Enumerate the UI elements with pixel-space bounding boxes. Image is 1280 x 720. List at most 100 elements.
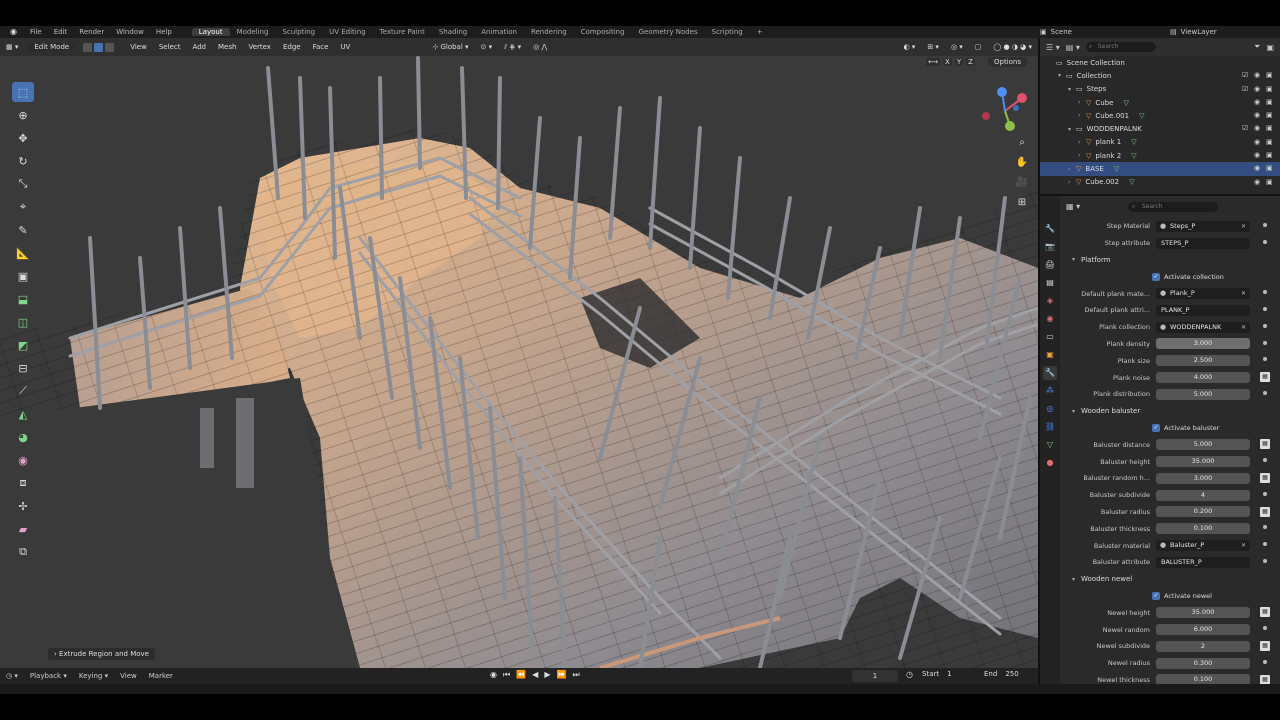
material-tab-icon[interactable]: ● (1043, 456, 1057, 470)
outliner-row[interactable]: ▾ ▭ Steps ☑ ◉ ▣ (1040, 83, 1280, 96)
gizmo-toggle-icon[interactable]: ⊞ ▾ (921, 43, 945, 51)
keyframe-dot-icon[interactable] (1263, 340, 1267, 345)
tab-compositing[interactable]: Compositing (574, 28, 632, 36)
activate-checkbox[interactable]: ✓ Activate collection (1062, 268, 1280, 285)
tab-uv-editing[interactable]: UV Editing (322, 28, 373, 36)
attribute-toggle-icon[interactable]: ▦ (1260, 439, 1270, 450)
eye-icon[interactable]: ◉ (1254, 71, 1262, 79)
output-tab-icon[interactable]: 🖨 (1043, 258, 1057, 272)
poly-build-icon[interactable]: ◭ (12, 404, 34, 424)
3d-viewport[interactable]: ▦ ▾ Edit Mode View Select Add Mesh Verte… (0, 38, 1038, 668)
tab-scripting[interactable]: Scripting (705, 28, 750, 36)
menu-window[interactable]: Window (110, 28, 150, 36)
keyframe-dot-icon[interactable] (1263, 290, 1267, 295)
outliner-row[interactable]: ▭ Scene Collection (1040, 56, 1280, 69)
menu-timeline-view[interactable]: View (114, 672, 143, 680)
eye-icon[interactable]: ◉ (1254, 98, 1262, 106)
extrude-icon[interactable]: ⬓ (12, 289, 34, 309)
face-select-icon[interactable] (105, 42, 115, 52)
eye-icon[interactable]: ◉ (1254, 85, 1262, 93)
activate-checkbox[interactable]: ✓ Activate baluster (1062, 420, 1280, 437)
filter-icon[interactable]: ⏷ (1254, 42, 1260, 52)
pointer-field[interactable]: Steps_P (1156, 220, 1250, 232)
tab-animation[interactable]: Animation (474, 28, 524, 36)
attribute-toggle-icon[interactable]: ▦ (1260, 607, 1270, 618)
attribute-name-field[interactable]: PLANK_P (1156, 304, 1250, 316)
number-field[interactable]: 4 (1156, 489, 1250, 501)
menu-add[interactable]: Add (186, 43, 212, 51)
start-frame-field[interactable]: Start 1 (922, 670, 952, 678)
eye-icon[interactable]: ◉ (1254, 164, 1262, 172)
camera-icon[interactable]: ▣ (1266, 164, 1274, 172)
tab-sculpting[interactable]: Sculpting (275, 28, 322, 36)
keyframe-dot-icon[interactable] (1263, 357, 1267, 362)
snap-icon[interactable]: ⫽ ⋕ ▾ (498, 43, 527, 52)
keyframe-dot-icon[interactable] (1263, 542, 1267, 547)
number-field[interactable]: 2 (1156, 640, 1250, 652)
measure-icon[interactable]: 📐 (12, 243, 34, 263)
keyframe-dot-icon[interactable] (1263, 390, 1267, 395)
object-tab-icon[interactable]: ▣ (1043, 348, 1057, 362)
outliner-row[interactable]: › ▽ Cube ▽ ◉ ▣ (1040, 96, 1280, 109)
eye-icon[interactable]: ◉ (1254, 111, 1262, 119)
play-icon[interactable]: ▶ (544, 670, 550, 680)
expand-triangle-icon[interactable]: › (1068, 179, 1076, 186)
world-tab-icon[interactable]: ◉ (1043, 312, 1057, 326)
keyframe-dot-icon[interactable] (1263, 223, 1267, 227)
transform-icon[interactable]: ⌖ (12, 197, 34, 217)
modifier-tab-icon[interactable]: 🔧 (1043, 366, 1057, 380)
vertex-select-icon[interactable] (83, 42, 93, 52)
visibility-icon[interactable]: ◐ ▾ (897, 43, 921, 51)
eye-icon[interactable]: ◉ (1254, 124, 1262, 132)
attribute-toggle-icon[interactable]: ▦ (1260, 640, 1270, 651)
outliner-search-input[interactable]: ⌕ Search (1085, 42, 1156, 52)
number-field[interactable]: 0.100 (1156, 523, 1250, 535)
constraints-tab-icon[interactable]: ⛓ (1043, 420, 1057, 434)
expand-triangle-icon[interactable]: › (1078, 99, 1086, 106)
next-keyframe-icon[interactable]: ⏩ (556, 670, 566, 680)
expand-triangle-icon[interactable]: ▾ (1068, 126, 1076, 133)
cursor-icon[interactable]: ⊕ (12, 105, 34, 125)
number-field[interactable]: 5.000 (1156, 388, 1250, 400)
menu-marker[interactable]: Marker (143, 672, 179, 680)
attribute-name-field[interactable]: BALUSTER_P (1156, 556, 1250, 568)
camera-icon[interactable]: ▣ (1266, 124, 1274, 132)
zoom-icon[interactable]: ⌕ (1014, 134, 1030, 150)
timeline-editor-icon[interactable]: ◷ ▾ (0, 672, 24, 680)
outliner-row[interactable]: › ▽ BASE ▽ ◉ ▣ (1040, 162, 1280, 176)
blender-logo-icon[interactable]: ◉ (10, 27, 24, 37)
prev-keyframe-icon[interactable]: ⏪ (516, 670, 526, 680)
camera-icon[interactable]: ▣ (1266, 98, 1274, 106)
loop-cut-icon[interactable]: ⊟ (12, 358, 34, 378)
menu-help[interactable]: Help (150, 28, 178, 36)
new-collection-icon[interactable]: ▣ (1266, 43, 1274, 52)
expand-triangle-icon[interactable]: ▾ (1058, 72, 1066, 79)
attribute-toggle-icon[interactable]: ▦ (1260, 372, 1270, 383)
proportional-edit-icon[interactable]: ◎ ⋀ (527, 43, 553, 51)
keyframe-dot-icon[interactable] (1263, 626, 1267, 631)
outliner-row[interactable]: › ▽ plank 1 ▽ ◉ ▣ (1040, 136, 1280, 149)
physics-tab-icon[interactable]: ◎ (1043, 402, 1057, 416)
mirror-icon[interactable]: ⟷ (926, 58, 941, 66)
tab-layout[interactable]: Layout (191, 28, 230, 36)
inset-icon[interactable]: ◫ (12, 312, 34, 332)
panel-header[interactable]: ▾ Wooden newel (1062, 571, 1280, 588)
shrink-fatten-icon[interactable]: ✢ (12, 496, 34, 516)
transform-orientation-dropdown[interactable]: ⊹ Global ▾ (426, 43, 474, 51)
keyframe-dot-icon[interactable] (1263, 491, 1267, 496)
move-icon[interactable]: ✥ (12, 128, 34, 148)
number-field[interactable]: 3.000 (1156, 338, 1250, 350)
properties-editor-icon[interactable]: ▦ ▾ (1066, 202, 1080, 211)
overlay-toggle-icon[interactable]: ◎ ▾ (945, 43, 969, 51)
add-workspace-button[interactable]: + (750, 28, 770, 36)
activate-checkbox[interactable]: ✓ Activate newel (1062, 588, 1280, 605)
pivot-icon[interactable]: ⊙ ▾ (475, 43, 499, 51)
tab-texture-paint[interactable]: Texture Paint (373, 28, 432, 36)
preview-range-icon[interactable]: ◷ (906, 670, 913, 679)
jump-end-icon[interactable]: ⏭ (572, 670, 579, 680)
attribute-toggle-icon[interactable]: ▦ (1260, 674, 1270, 684)
editor-type-icon[interactable]: ▦ ▾ (0, 43, 24, 51)
menu-edge[interactable]: Edge (277, 43, 307, 51)
pointer-field[interactable]: WODDENPALNK (1156, 321, 1250, 333)
tab-geometry-nodes[interactable]: Geometry Nodes (632, 28, 705, 36)
